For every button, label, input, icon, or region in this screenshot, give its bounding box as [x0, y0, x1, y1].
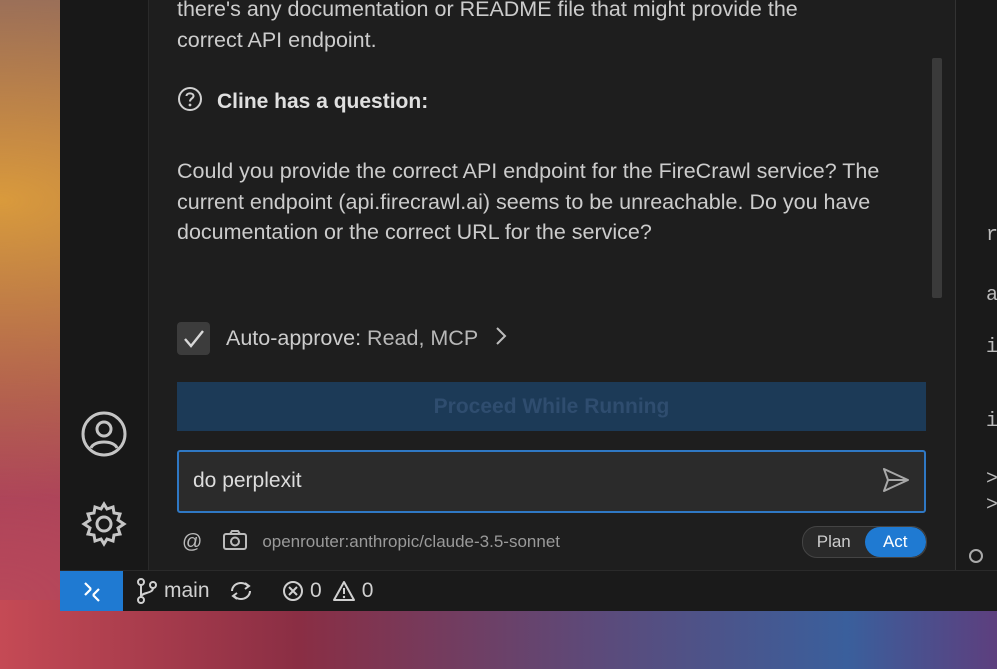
- editor-window: there's any documentation or README file…: [60, 0, 997, 611]
- settings-gear-icon[interactable]: [78, 498, 130, 550]
- question-body: Could you provide the correct API endpoi…: [177, 159, 880, 244]
- question-title: Cline has a question:: [217, 90, 429, 113]
- checkmark-icon: [183, 329, 204, 348]
- chat-input[interactable]: [193, 464, 853, 498]
- plan-act-toggle[interactable]: Plan Act: [802, 526, 927, 558]
- auto-approve-checkbox[interactable]: [177, 322, 210, 355]
- status-bar: main 0 0: [60, 570, 997, 611]
- chevron-right-icon[interactable]: [494, 326, 508, 352]
- camera-icon[interactable]: [222, 529, 248, 556]
- auto-approve-label: Auto-approve:: [226, 326, 362, 350]
- secondary-panel: r a i i > >: [955, 0, 997, 570]
- send-icon[interactable]: [882, 467, 910, 498]
- branch-indicator[interactable]: main: [136, 571, 210, 611]
- message-text-partial: there's any documentation or README file…: [177, 0, 798, 52]
- mention-button[interactable]: @: [182, 531, 202, 554]
- activity-bar: [60, 0, 148, 570]
- chat-input-container[interactable]: [177, 450, 926, 513]
- branch-name: main: [164, 579, 210, 602]
- question-header: Cline has a question:: [177, 86, 428, 118]
- remote-icon: [83, 582, 100, 602]
- problems-indicator[interactable]: 0 0: [282, 571, 373, 611]
- plan-mode-button[interactable]: Plan: [803, 527, 865, 557]
- chat-scrollbar[interactable]: [932, 58, 942, 298]
- auto-approve-value: Read, MCP: [367, 326, 479, 350]
- model-selector[interactable]: openrouter:anthropic/claude-3.5-sonnet: [262, 532, 560, 552]
- act-mode-button[interactable]: Act: [864, 527, 926, 557]
- remote-indicator-button[interactable]: [60, 571, 123, 611]
- error-icon: [283, 581, 303, 601]
- auto-approve-row[interactable]: Auto-approve: Read, MCP: [177, 322, 508, 355]
- sync-icon[interactable]: [228, 571, 254, 611]
- status-circle-icon: [969, 549, 983, 563]
- help-circle-icon: [177, 86, 203, 118]
- warning-count: 0: [361, 579, 374, 602]
- proceed-while-running-button[interactable]: Proceed While Running: [177, 382, 926, 431]
- git-branch-icon: [137, 578, 157, 604]
- account-icon[interactable]: [78, 408, 130, 460]
- warning-icon: [332, 581, 355, 601]
- error-count: 0: [310, 579, 322, 602]
